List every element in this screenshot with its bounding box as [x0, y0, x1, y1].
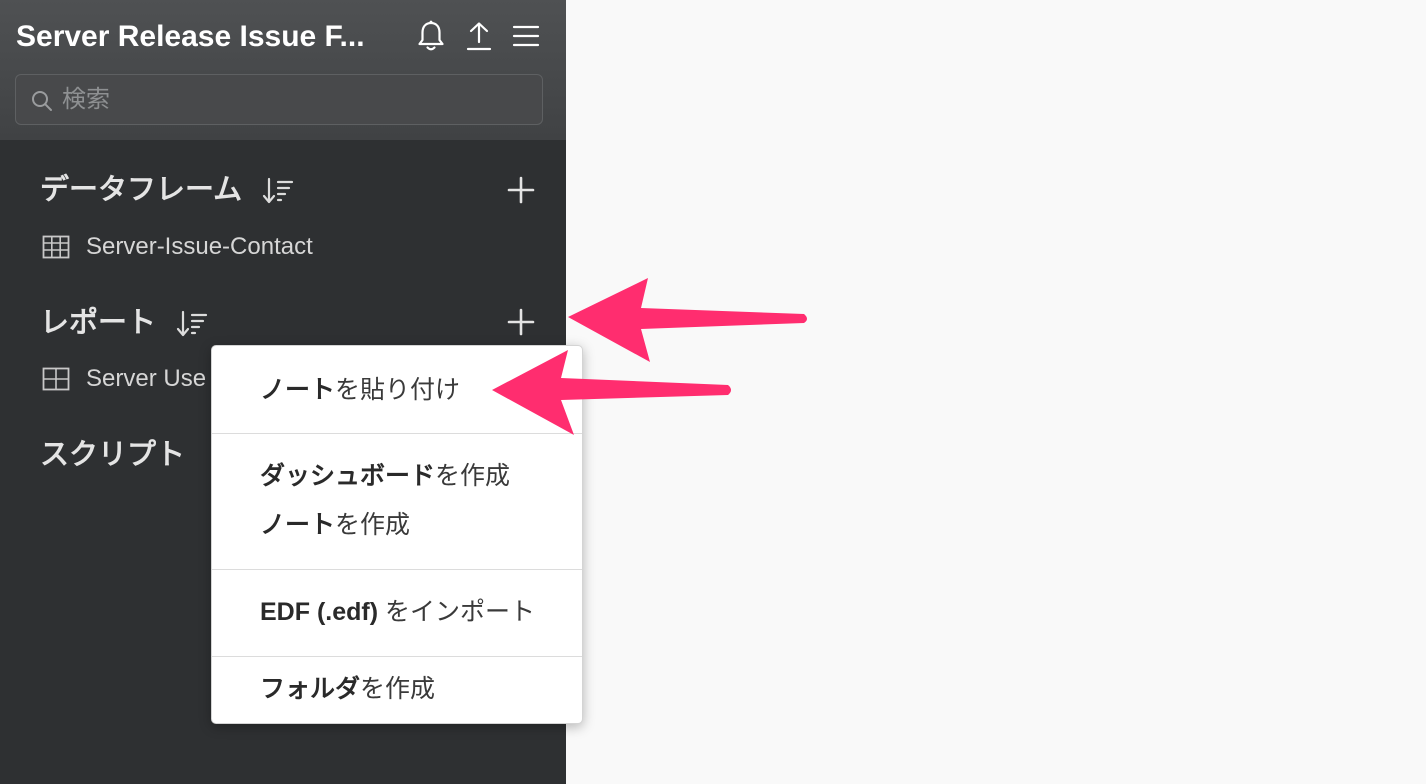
section-title-scripts: スクリプト	[40, 439, 186, 471]
search-box[interactable]	[15, 74, 543, 125]
sidebar-header: Server Release Issue F...	[0, 0, 566, 140]
add-report-button[interactable]	[504, 305, 538, 339]
search-icon	[32, 91, 52, 111]
menu-divider	[212, 569, 582, 570]
project-title[interactable]: Server Release Issue F...	[16, 18, 402, 56]
hamburger-menu-icon[interactable]	[508, 16, 544, 56]
menu-item-create-note[interactable]: ノートを作成	[260, 505, 578, 545]
menu-divider	[212, 656, 582, 657]
upload-icon[interactable]	[461, 16, 497, 56]
dataframe-item-label: Server-Issue-Contact	[86, 233, 313, 260]
plus-icon	[507, 176, 535, 204]
table-grid-icon	[42, 235, 70, 259]
report-item-label: Server Use	[86, 365, 207, 392]
menu-item-import-edf[interactable]: EDF (.edf) をインポート	[260, 592, 578, 632]
menu-item-create-folder[interactable]: フォルダを作成	[260, 669, 578, 709]
sort-icon[interactable]	[176, 309, 208, 339]
section-title-dataframes: データフレーム	[40, 174, 243, 206]
sort-icon[interactable]	[262, 176, 294, 206]
menu-item-create-dashboard[interactable]: ダッシュボードを作成	[260, 456, 578, 496]
plus-icon	[507, 308, 535, 336]
bell-icon[interactable]	[413, 16, 449, 56]
search-input[interactable]	[62, 75, 532, 124]
dataframe-item[interactable]: Server-Issue-Contact	[42, 229, 562, 265]
section-title-reports: レポート	[40, 307, 157, 339]
report-grid-icon	[42, 367, 70, 391]
add-dataframe-button[interactable]	[504, 173, 538, 207]
annotation-arrow-menu	[492, 350, 731, 435]
